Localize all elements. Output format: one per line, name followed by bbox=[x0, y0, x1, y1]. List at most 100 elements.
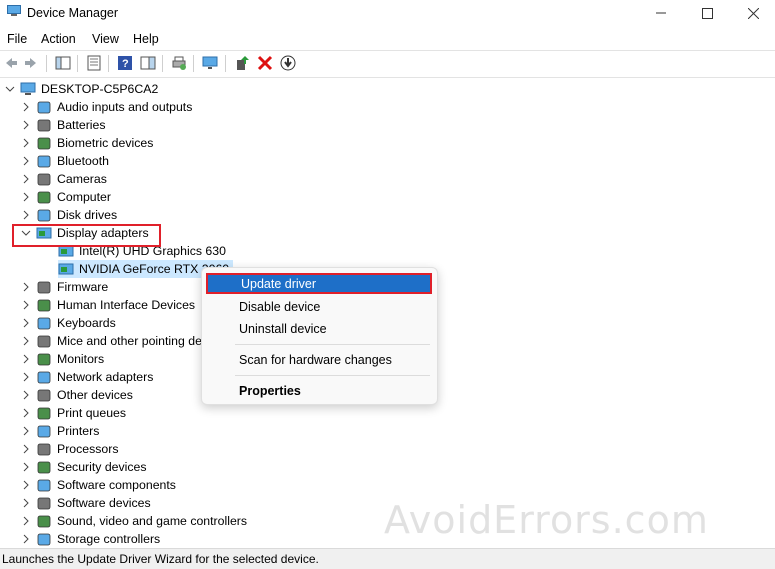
tree-category-label: Security devices bbox=[57, 460, 147, 474]
toolbar-separator bbox=[108, 55, 109, 72]
tree-category[interactable]: Mice and other pointing devices bbox=[20, 332, 230, 350]
tree-category[interactable]: Software components bbox=[20, 476, 176, 494]
scan-hardware-menu-item[interactable]: Scan for hardware changes bbox=[206, 349, 433, 371]
tree-category[interactable]: Storage controllers bbox=[20, 530, 160, 548]
tree-category[interactable]: Cameras bbox=[20, 170, 107, 188]
tree-category[interactable]: Network adapters bbox=[20, 368, 153, 386]
tree-category[interactable]: Computer bbox=[20, 188, 111, 206]
tree-category[interactable]: Human Interface Devices bbox=[20, 296, 195, 314]
uninstall-device-menu-item[interactable]: Uninstall device bbox=[206, 318, 433, 340]
tree-category-label: Printers bbox=[57, 424, 100, 438]
tree-category-label: Software components bbox=[57, 478, 176, 492]
tree-category-label: Processors bbox=[57, 442, 119, 456]
tree-category-label: Computer bbox=[57, 190, 111, 204]
chevron-right-icon[interactable] bbox=[20, 335, 32, 347]
chevron-right-icon[interactable] bbox=[20, 515, 32, 527]
properties-icon[interactable] bbox=[86, 55, 102, 71]
tree-category-label: Print queues bbox=[57, 406, 127, 420]
tree-category[interactable]: Processors bbox=[20, 440, 119, 458]
chevron-right-icon[interactable] bbox=[20, 425, 32, 437]
menu-help[interactable]: Help bbox=[133, 32, 159, 46]
device-category-icon bbox=[37, 209, 51, 221]
monitor-icon[interactable] bbox=[202, 55, 218, 71]
tree-category[interactable]: Disk drives bbox=[20, 206, 117, 224]
tree-category-label: Software devices bbox=[57, 496, 151, 510]
toolbar: ? bbox=[0, 50, 775, 78]
action-pane-icon[interactable] bbox=[140, 55, 156, 71]
tree-category[interactable]: Other devices bbox=[20, 386, 133, 404]
tree-category-label: Sound, video and game controllers bbox=[57, 514, 248, 528]
menu-separator bbox=[235, 375, 430, 376]
close-button[interactable] bbox=[730, 0, 775, 26]
device-category-icon bbox=[37, 353, 51, 365]
maximize-button[interactable] bbox=[684, 0, 730, 26]
chevron-right-icon[interactable] bbox=[20, 281, 32, 293]
tree-category[interactable]: Firmware bbox=[20, 278, 108, 296]
menu-view[interactable]: View bbox=[92, 32, 119, 46]
properties-menu-item[interactable]: Properties bbox=[206, 380, 433, 402]
chevron-right-icon[interactable] bbox=[20, 389, 32, 401]
tree-category-label: Human Interface Devices bbox=[57, 298, 196, 312]
tree-category[interactable]: Printers bbox=[20, 422, 99, 440]
tree-category[interactable]: Audio inputs and outputs bbox=[20, 98, 192, 116]
device-category-icon bbox=[37, 281, 51, 293]
download-icon[interactable] bbox=[280, 55, 296, 71]
tree-root[interactable]: DESKTOP-C5P6CA2 bbox=[4, 80, 158, 98]
chevron-right-icon[interactable] bbox=[20, 299, 32, 311]
chevron-right-icon[interactable] bbox=[20, 497, 32, 509]
tree-category[interactable]: Batteries bbox=[20, 116, 106, 134]
watermark: AvoidErrors.com bbox=[384, 498, 709, 542]
device-category-icon bbox=[37, 515, 51, 527]
device-manager-icon bbox=[7, 5, 21, 16]
menu-file[interactable]: File bbox=[7, 32, 27, 46]
chevron-right-icon[interactable] bbox=[20, 101, 32, 113]
tree-category[interactable]: Software devices bbox=[20, 494, 151, 512]
tree-category[interactable]: Monitors bbox=[20, 350, 104, 368]
tree-category[interactable]: Sound, video and game controllers bbox=[20, 512, 247, 530]
tree-category-label: Audio inputs and outputs bbox=[57, 100, 193, 114]
status-text: Launches the Update Driver Wizard for th… bbox=[2, 552, 319, 566]
chevron-right-icon[interactable] bbox=[20, 119, 32, 131]
chevron-right-icon[interactable] bbox=[20, 371, 32, 383]
back-arrow-icon[interactable] bbox=[3, 55, 19, 71]
update-driver-menu-item[interactable]: Update driver bbox=[206, 273, 432, 294]
window-title: Device Manager bbox=[27, 6, 119, 20]
chevron-right-icon[interactable] bbox=[20, 407, 32, 419]
minimize-button[interactable] bbox=[638, 0, 684, 26]
forward-arrow-icon[interactable] bbox=[23, 55, 39, 71]
device-category-icon bbox=[37, 407, 51, 419]
disable-device-menu-item[interactable]: Disable device bbox=[206, 296, 433, 318]
show-hide-tree-icon[interactable] bbox=[55, 55, 71, 71]
uninstall-icon[interactable] bbox=[257, 55, 273, 71]
print-icon[interactable] bbox=[171, 55, 187, 71]
device-category-icon bbox=[37, 425, 51, 437]
chevron-right-icon[interactable] bbox=[20, 191, 32, 203]
tree-category[interactable]: Biometric devices bbox=[20, 134, 153, 152]
chevron-right-icon[interactable] bbox=[20, 137, 32, 149]
tree-category[interactable]: Print queues bbox=[20, 404, 126, 422]
device-category-icon bbox=[37, 335, 51, 347]
chevron-right-icon[interactable] bbox=[20, 155, 32, 167]
chevron-right-icon[interactable] bbox=[20, 173, 32, 185]
tree-category[interactable]: Security devices bbox=[20, 458, 147, 476]
device-category-icon bbox=[37, 443, 51, 455]
chevron-right-icon[interactable] bbox=[20, 479, 32, 491]
tree-category-label: Cameras bbox=[57, 172, 107, 186]
chevron-right-icon[interactable] bbox=[20, 533, 32, 545]
tree-root-label: DESKTOP-C5P6CA2 bbox=[41, 82, 159, 96]
device-category-icon bbox=[37, 533, 51, 545]
chevron-right-icon[interactable] bbox=[20, 317, 32, 329]
chevron-down-icon[interactable] bbox=[4, 83, 16, 95]
update-driver-icon[interactable] bbox=[234, 55, 250, 71]
toolbar-separator bbox=[225, 55, 226, 72]
chevron-right-icon[interactable] bbox=[20, 209, 32, 221]
toolbar-separator bbox=[77, 55, 78, 72]
help-icon[interactable]: ? bbox=[117, 55, 133, 71]
chevron-right-icon[interactable] bbox=[20, 353, 32, 365]
chevron-right-icon[interactable] bbox=[20, 461, 32, 473]
chevron-right-icon[interactable] bbox=[20, 443, 32, 455]
tree-category[interactable]: Keyboards bbox=[20, 314, 116, 332]
menu-action[interactable]: Action bbox=[41, 32, 76, 46]
tree-category[interactable]: Bluetooth bbox=[20, 152, 109, 170]
tree-category-label: Disk drives bbox=[57, 208, 118, 222]
